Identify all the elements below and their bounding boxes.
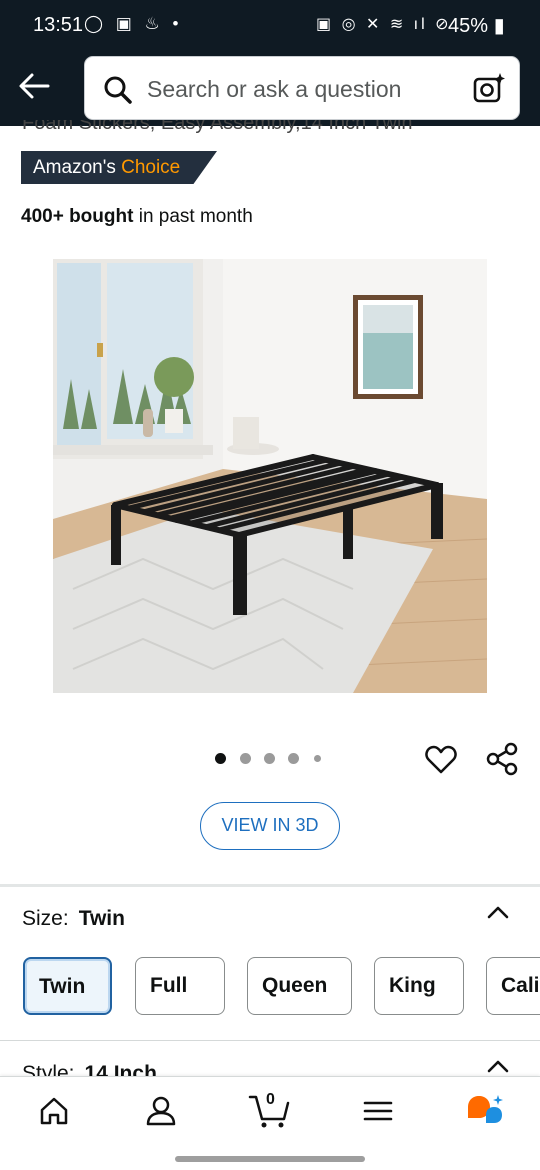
chevron-up-icon[interactable] (486, 1057, 510, 1077)
bought-count: 400+ bought (21, 206, 134, 227)
badge-label: Amazon's Choice (33, 157, 180, 179)
search-icon (104, 76, 132, 104)
plant (154, 357, 194, 397)
size-option-full[interactable]: Full (135, 957, 225, 1015)
vase (143, 409, 153, 437)
gesture-handle[interactable] (175, 1156, 365, 1162)
wall-art-sky (363, 305, 413, 333)
menu-icon[interactable] (362, 1095, 394, 1127)
section-divider-2 (0, 1040, 540, 1041)
chevron-up-icon[interactable] (486, 903, 510, 923)
carousel-dot-1[interactable] (215, 753, 226, 764)
heart-icon[interactable] (424, 742, 458, 776)
system-icons: ▣ ◎ ✕ ≋ ıl ⊘ (316, 16, 452, 33)
carousel-dot-5[interactable] (314, 755, 321, 762)
gesture-area (0, 1148, 540, 1170)
window-sill (53, 445, 213, 455)
window-handle (97, 343, 103, 357)
search-input[interactable]: Search or ask a question (147, 76, 401, 103)
top-bar: Search or ask a question (0, 52, 540, 126)
product-title: Foam Stickers, Easy Assembly,14 Inch Twi… (22, 120, 522, 140)
size-option-cali[interactable]: Cali (486, 957, 540, 1015)
back-button[interactable] (16, 66, 52, 106)
books (233, 417, 259, 449)
badge-highlight: Choice (121, 157, 181, 178)
size-heading: Size: Twin (22, 907, 125, 931)
product-image[interactable] (53, 259, 487, 693)
battery-percent: 45% (448, 15, 489, 37)
home-icon[interactable] (38, 1095, 70, 1127)
rufus-assistant-icon[interactable] (464, 1093, 508, 1129)
plant-pot (165, 409, 183, 433)
product-title-text: Foam Stickers, Easy Assembly,14 Inch Twi… (22, 120, 413, 134)
carousel-dot-4[interactable] (288, 753, 299, 764)
account-icon[interactable] (145, 1095, 177, 1127)
purchase-count: 400+ bought in past month (21, 206, 253, 228)
share-icon[interactable] (485, 742, 519, 776)
bottom-nav: 0 (0, 1076, 540, 1149)
size-selected-value: Twin (78, 907, 125, 930)
notification-icons: ◯ ▣ ♨ • (84, 14, 183, 33)
size-option-king[interactable]: King (374, 957, 464, 1015)
bought-suffix: in past month (133, 206, 253, 227)
carousel-dot-3[interactable] (264, 753, 275, 764)
status-bar: 13:51 ◯ ▣ ♨ • ▣ ◎ ✕ ≋ ıl ⊘ 45% ▮ (0, 0, 540, 52)
size-label: Size: (22, 907, 69, 930)
status-time: 13:51 (33, 14, 84, 36)
search-bar[interactable]: Search or ask a question (84, 56, 520, 120)
badge-prefix: Amazon's (33, 157, 116, 178)
battery-level: 45% ▮ (448, 13, 505, 38)
camera-sparkle-icon[interactable] (471, 71, 507, 107)
section-divider (0, 884, 540, 887)
carousel-dot-2[interactable] (240, 753, 251, 764)
cart-icon[interactable] (248, 1093, 292, 1129)
size-option-queen[interactable]: Queen (247, 957, 352, 1015)
arrow-left-icon (19, 73, 50, 99)
battery-icon: ▮ (488, 15, 505, 37)
view-in-3d-button[interactable]: VIEW IN 3D (200, 802, 340, 850)
size-option-twin[interactable]: Twin (23, 957, 112, 1015)
